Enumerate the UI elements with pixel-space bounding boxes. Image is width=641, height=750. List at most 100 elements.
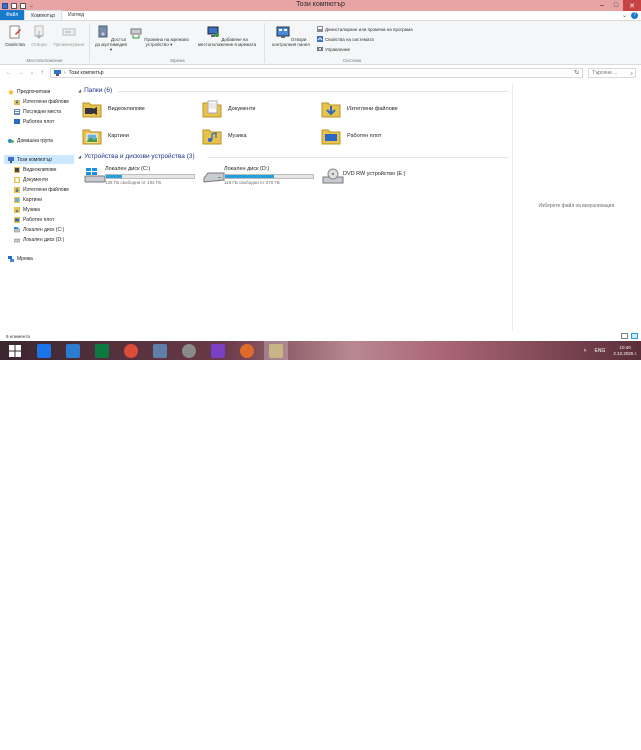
section-divider bbox=[208, 157, 508, 158]
tab-view[interactable]: Изглед bbox=[62, 10, 90, 20]
taskbar-chrome[interactable] bbox=[119, 341, 143, 360]
system-tray: ˄ ENG 10:40 2.12.2025 г. bbox=[584, 341, 637, 360]
taskbar-tools[interactable] bbox=[177, 341, 201, 360]
taskbar-file-explorer[interactable] bbox=[264, 341, 288, 360]
network-icon bbox=[8, 255, 14, 262]
clock[interactable]: 10:40 2.12.2025 г. bbox=[613, 345, 637, 357]
folders-group-header[interactable]: ◢ Папки (6) bbox=[78, 87, 112, 94]
forward-button[interactable]: → bbox=[17, 69, 25, 77]
open-label: Отвори bbox=[31, 42, 47, 47]
nav-item-desktop[interactable]: Работен плот bbox=[14, 215, 54, 224]
open-button[interactable]: Отвори bbox=[29, 25, 49, 47]
folder-downloads[interactable]: Изтеглени файлове bbox=[321, 98, 431, 120]
language-indicator[interactable]: ENG bbox=[595, 348, 606, 354]
nav-item-drive-c[interactable]: Локален диск (C:) bbox=[14, 225, 64, 234]
large-icons-view-button[interactable] bbox=[631, 333, 638, 339]
drive-c[interactable]: Локален диск (C:) 138 ГБ свободни от 194… bbox=[80, 166, 198, 186]
taskbar-edge[interactable] bbox=[61, 341, 85, 360]
map-drive-button[interactable]: Промяна на мрежово устройство ▾ bbox=[129, 25, 189, 47]
add-network-location-button[interactable]: Добавяне на местоположение в мрежата bbox=[193, 25, 261, 47]
remote-desktop-icon bbox=[153, 343, 167, 358]
maximize-button[interactable]: □ bbox=[609, 0, 623, 11]
search-app-icon bbox=[211, 343, 225, 358]
nav-item-desktop-fav[interactable]: Работен плот bbox=[14, 117, 54, 126]
drive-usage-bar bbox=[105, 174, 195, 179]
devices-header-label: Устройства и дискови устройства (3) bbox=[84, 153, 195, 160]
drive-name: DVD RW устройство (E:) bbox=[343, 171, 406, 177]
breadcrumb-this-pc[interactable]: Този компютър bbox=[69, 70, 104, 76]
nav-item-pictures[interactable]: Картини bbox=[14, 195, 42, 204]
folder-documents[interactable]: Документи bbox=[202, 98, 312, 120]
nav-item-label: Изтеглени файлове bbox=[23, 186, 70, 193]
taskbar-search-app[interactable] bbox=[206, 341, 230, 360]
help-icon[interactable]: ? bbox=[631, 12, 638, 19]
close-button[interactable]: ✕ bbox=[623, 0, 641, 11]
start-button[interactable] bbox=[3, 341, 27, 360]
show-hidden-icons-button[interactable]: ˄ bbox=[584, 348, 587, 354]
nav-item-downloads[interactable]: Изтеглени файлове bbox=[14, 185, 69, 194]
taskbar-internet-explorer[interactable] bbox=[32, 341, 56, 360]
taskbar-avast[interactable] bbox=[235, 341, 259, 360]
drive-usage-bar bbox=[224, 174, 314, 179]
nav-item-videos[interactable]: Видеоклипове bbox=[14, 165, 56, 174]
properties-label: Свойства bbox=[5, 42, 25, 47]
access-media-button[interactable]: Достъп до мултимедия ▾ bbox=[95, 25, 127, 52]
file-explorer-icon bbox=[269, 343, 283, 358]
collapse-triangle-icon: ◢ bbox=[78, 88, 82, 93]
rename-button[interactable]: Преименуване bbox=[50, 25, 88, 47]
drive-d[interactable]: Локален диск (D:) 118 ГБ свободни от 270… bbox=[199, 166, 317, 186]
manage-button[interactable]: Управление bbox=[317, 46, 350, 52]
nav-network[interactable]: Мрежа bbox=[8, 254, 33, 263]
drive-e-dvd[interactable]: DVD RW устройство (E:) bbox=[318, 166, 436, 186]
drive-name: Локален диск (D:) bbox=[224, 166, 270, 172]
internet-explorer-icon bbox=[37, 343, 51, 358]
system-properties-button[interactable]: Свойства на системата bbox=[317, 36, 374, 42]
minimize-button[interactable]: – bbox=[595, 0, 609, 11]
folder-pictures[interactable]: Картини bbox=[82, 125, 192, 147]
folder-videos[interactable]: Видеоклипове bbox=[82, 98, 192, 120]
nav-item-label: Изтеглени файлове bbox=[23, 98, 70, 105]
nav-item-music[interactable]: Музика bbox=[14, 205, 40, 214]
folder-music[interactable]: Музика bbox=[202, 125, 312, 147]
tab-computer[interactable]: Компютър bbox=[24, 10, 62, 20]
nav-item-drive-d[interactable]: Локален диск (D:) bbox=[14, 235, 64, 244]
nav-favorites[interactable]: Предпочитани bbox=[8, 87, 50, 96]
ribbon-collapse-icon[interactable]: ⌄ bbox=[622, 12, 627, 19]
nav-item-label: Последни места bbox=[23, 108, 62, 115]
nav-this-pc[interactable]: Този компютър bbox=[4, 155, 74, 164]
nav-item-downloads-fav[interactable]: Изтеглени файлове bbox=[14, 97, 69, 106]
uninstall-program-label: Деинсталиране или промяна на програма bbox=[325, 26, 413, 32]
up-button[interactable]: ↑ bbox=[38, 69, 46, 77]
taskbar-store[interactable] bbox=[90, 341, 114, 360]
search-placeholder: Търсене ... bbox=[592, 70, 618, 76]
preview-pane: Изберете файл за визуализация. bbox=[512, 84, 641, 330]
tab-file[interactable]: Файл bbox=[0, 10, 25, 20]
details-view-button[interactable] bbox=[621, 333, 628, 339]
nav-item-recent-places[interactable]: Последни места bbox=[14, 107, 61, 116]
item-count: 9 елемента bbox=[6, 333, 30, 339]
back-button[interactable]: ← bbox=[5, 69, 13, 77]
devices-group-header[interactable]: ◢ Устройства и дискови устройства (3) bbox=[78, 153, 195, 160]
address-bar[interactable]: › Този компютър ⌄ bbox=[50, 68, 583, 78]
collapse-triangle-icon: ◢ bbox=[78, 154, 82, 159]
nav-item-documents[interactable]: Документи bbox=[14, 175, 48, 184]
properties-button[interactable]: Свойства bbox=[2, 25, 28, 47]
folder-desktop[interactable]: Работен плот bbox=[321, 125, 431, 147]
refresh-button[interactable]: ↻ bbox=[574, 69, 579, 76]
nav-homegroup[interactable]: Домашна група bbox=[8, 136, 53, 145]
dvd-drive-icon bbox=[322, 168, 344, 184]
avast-icon bbox=[240, 343, 254, 358]
recent-places-icon bbox=[14, 108, 20, 115]
properties-icon bbox=[9, 25, 21, 39]
uninstall-program-button[interactable]: Деинсталиране или промяна на програма bbox=[317, 26, 413, 32]
folder-label: Видеоклипове bbox=[108, 106, 145, 112]
folder-label: Изтеглени файлове bbox=[347, 106, 398, 112]
windows-drive-icon bbox=[14, 226, 20, 232]
ribbon: Свойства Отвори Преименуване Местоположе… bbox=[0, 21, 641, 65]
open-control-panel-button[interactable]: Отвори контролния панел bbox=[266, 25, 316, 47]
windows-logo-icon bbox=[9, 344, 21, 357]
taskbar-remote-desktop[interactable] bbox=[148, 341, 172, 360]
search-input[interactable]: Търсене ... ⌕ bbox=[588, 68, 636, 78]
recent-locations-button[interactable]: ⌄ bbox=[28, 69, 36, 77]
music-icon bbox=[14, 206, 20, 213]
